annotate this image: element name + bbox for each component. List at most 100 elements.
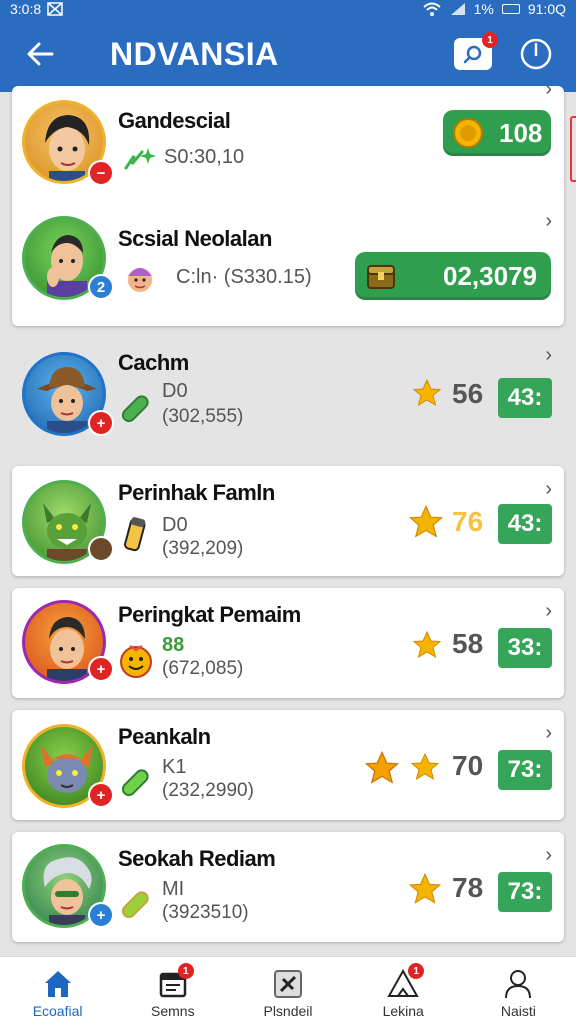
nav-item-profile[interactable]: Naisti: [461, 957, 576, 1024]
nav-label: Plsndeil: [263, 1003, 313, 1019]
player-score: 78: [452, 872, 484, 903]
player-card[interactable]: + Peankaln K1 (232,2990) › 70 73:: [12, 710, 564, 820]
coin-pill: 02,3079: [355, 252, 551, 300]
character-face-icon: [128, 268, 152, 292]
star-icon: [364, 750, 400, 784]
avatar-badge: [88, 536, 114, 562]
coin-value: 02,3079: [443, 260, 537, 291]
player-score: 58: [452, 628, 484, 659]
coin-value: 108: [499, 117, 543, 148]
battery-percent: 1%: [473, 1, 494, 17]
player-card[interactable]: + Seokah Rediam MI (3923510) › 78 73:: [12, 832, 564, 942]
app-title: NDVANSIA: [110, 36, 279, 72]
home-icon: [44, 971, 71, 997]
nav-label: Naisti: [500, 1003, 536, 1019]
player-name: Perinhak Famln: [118, 480, 275, 505]
app-bar: NDVANSIA 1: [0, 18, 576, 92]
sparkle-icon: [124, 148, 156, 170]
star-icon: [410, 752, 440, 781]
player-stat: S0:30,10: [164, 146, 245, 168]
player-name: Peankaln: [118, 724, 211, 749]
tools-icon: [274, 970, 302, 998]
player-points: (3923510): [162, 902, 249, 923]
star-icon: [412, 378, 442, 407]
list-item[interactable]: + Cachm D0 (302,555) › 56 43:: [12, 340, 564, 452]
smiley-coin-icon: [120, 644, 152, 678]
treasure-icon: [367, 265, 395, 289]
top-card: − Gandescial S0:30,10 › 108 2 Scsial Neo…: [12, 78, 564, 326]
chevron-right-icon[interactable]: ›: [545, 210, 552, 233]
player-name: Peringkat Pemaim: [118, 602, 301, 627]
wifi-icon: [422, 2, 441, 16]
player-score: 56: [452, 378, 484, 409]
nav-badge: 1: [408, 963, 425, 979]
chevron-right-icon[interactable]: ›: [545, 600, 552, 623]
rank-pill: 73:: [498, 750, 552, 790]
list-item[interactable]: − Gandescial S0:30,10 › 108: [12, 78, 564, 198]
player-level: K1: [162, 756, 187, 778]
player-level: MI: [162, 878, 185, 900]
nav-item-home[interactable]: Ecoafial: [0, 957, 115, 1024]
search-button[interactable]: 1: [454, 32, 498, 70]
player-level: D0: [162, 514, 188, 536]
battery-icon: [501, 4, 520, 14]
bottom-nav: Ecoafial 1 Semns Plsndeil 1 Lekina Naist…: [0, 956, 576, 1024]
avatar-badge: +: [88, 410, 114, 436]
player-level: D0: [162, 380, 188, 402]
player-name: Gandescial: [118, 108, 231, 133]
chevron-right-icon[interactable]: ›: [545, 722, 552, 745]
nav-label: Semns: [151, 1003, 195, 1019]
rank-pill: 73:: [498, 872, 552, 912]
nav-label: Ecoafial: [32, 1003, 83, 1019]
avatar-badge: +: [88, 656, 114, 682]
chevron-right-icon[interactable]: ›: [545, 844, 552, 867]
search-icon: [463, 45, 482, 64]
player-points: (302,555): [162, 406, 244, 427]
player-name: Cachm: [118, 350, 189, 375]
nav-label: Lekina: [382, 1003, 424, 1019]
star-icon: [412, 630, 442, 659]
player-name: Scsial Neolalan: [118, 226, 272, 251]
player-card[interactable]: Perinhak Famln D0 (392,209) › 76 43:: [12, 466, 564, 576]
potion-icon: [121, 395, 149, 423]
warning-icon: 1: [386, 963, 425, 1001]
star-icon: [408, 872, 442, 904]
player-points: (392,209): [162, 538, 244, 559]
chevron-right-icon[interactable]: ›: [545, 344, 552, 367]
edge-indicator: [570, 116, 576, 182]
search-badge: 1: [482, 32, 498, 48]
player-level: 88: [162, 634, 185, 656]
player-points: (232,2990): [162, 780, 254, 801]
player-card[interactable]: + Peringkat Pemaim 88 (672,085) › 58 33:: [12, 588, 564, 698]
player-points: (672,085): [162, 658, 244, 679]
list-item[interactable]: 2 Scsial Neolalan C:ln· (S330.15) › 02,3…: [12, 206, 564, 318]
leaderboard-list[interactable]: − Gandescial S0:30,10 › 108 2 Scsial Neo…: [0, 78, 576, 956]
rank-pill: 43:: [498, 504, 552, 544]
avatar-badge: +: [88, 902, 114, 928]
star-icon: [408, 504, 444, 538]
nav-item-tools[interactable]: Plsndeil: [230, 957, 345, 1024]
avatar-badge: 2: [88, 274, 114, 300]
scroll-icon: [124, 517, 146, 552]
avatar-badge: +: [88, 782, 114, 808]
rank-pill: 33:: [498, 628, 552, 668]
status-bar: 3:0:8 1% 91:0Q: [0, 0, 576, 18]
status-time-right: 91:0Q: [527, 1, 566, 17]
back-arrow-icon[interactable]: [22, 36, 58, 72]
chevron-right-icon[interactable]: ›: [545, 78, 552, 101]
status-time-left: 3:0:8: [10, 1, 42, 17]
rank-pill: 43:: [498, 378, 552, 418]
potion-icon: [121, 769, 149, 797]
profile-icon: [505, 970, 532, 999]
avatar-badge: −: [88, 160, 114, 186]
signal-icon: [450, 3, 465, 15]
power-icon[interactable]: [518, 36, 554, 72]
nav-item-alerts[interactable]: 1 Lekina: [346, 957, 461, 1024]
nav-badge: 1: [177, 963, 194, 979]
nav-item-calendar[interactable]: 1 Semns: [115, 957, 230, 1024]
player-stat: C:ln· (S330.15): [176, 266, 312, 288]
player-score: 76: [452, 506, 484, 537]
player-score: 70: [452, 750, 484, 781]
close-box-icon: [47, 2, 63, 16]
chevron-right-icon[interactable]: ›: [545, 478, 552, 501]
